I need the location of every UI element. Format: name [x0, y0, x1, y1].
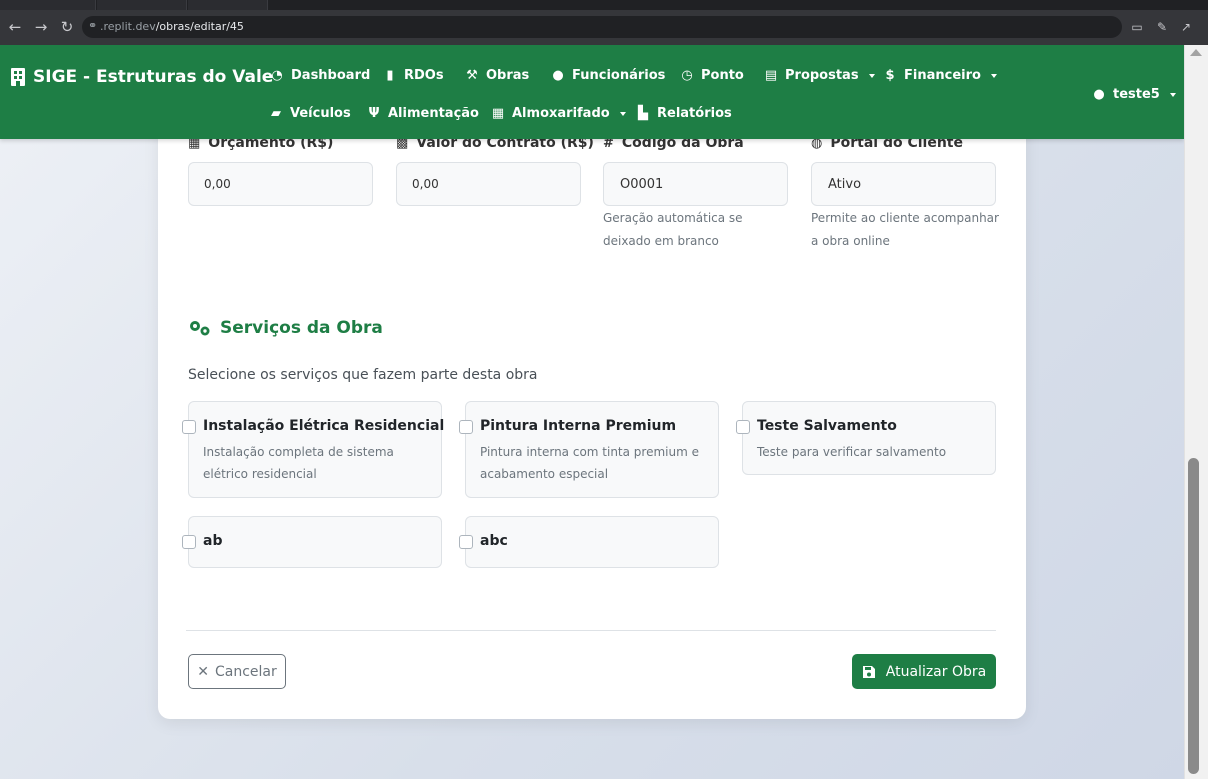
brand-name: SIGE - Estruturas do Vale [33, 67, 274, 87]
service-name: Pintura Interna Premium [480, 418, 677, 434]
page-viewport: SIGE - Estruturas do Vale ◔ Dashboard ▮ RD… [0, 45, 1184, 779]
orcamento-input[interactable]: 0,00 [188, 162, 373, 206]
nav-financeiro[interactable]: $ Financeiro [882, 68, 997, 83]
user-menu[interactable]: ● teste5 [1091, 87, 1176, 102]
browser-toolbar: ← → ↻ ⚭ .replit.dev/obras/editar/45 ▭ ✎ … [0, 10, 1208, 45]
services-subtitle: Selecione os serviços que fazem parte de… [188, 367, 538, 383]
user-icon: ● [1093, 87, 1105, 102]
brand[interactable]: SIGE - Estruturas do Vale [10, 67, 273, 87]
service-card[interactable]: Instalação Elétrica Residencial Instalaç… [182, 401, 445, 498]
chevron-down-icon [868, 73, 875, 78]
service-checkbox[interactable] [459, 420, 473, 434]
service-desc: Instalação completa de sistema elétrico … [203, 445, 394, 481]
nav-funcionarios[interactable]: ● Funcionários [550, 68, 665, 83]
cancel-button[interactable]: ✕ Cancelar [188, 654, 286, 689]
nav-relatorios[interactable]: ▙ Relatórios [635, 106, 732, 121]
utensils-icon: Ψ [368, 106, 380, 121]
codigo-help: Geração automática se deixado em branco [603, 211, 743, 248]
portal-select[interactable]: Ativo [811, 162, 996, 206]
chart-icon: ▙ [638, 106, 648, 121]
service-card[interactable]: abc [459, 516, 719, 568]
save-button[interactable]: Atualizar Obra [852, 654, 996, 689]
file-icon: ▤ [764, 68, 778, 83]
service-checkbox[interactable] [736, 420, 750, 434]
scroll-up-icon[interactable] [1190, 49, 1202, 56]
services-title: Serviços da Obra [188, 318, 383, 338]
wrench-icon[interactable]: ✎ [1154, 19, 1170, 35]
valor-contrato-input[interactable]: 0,00 [396, 162, 581, 206]
link-icon: ⚭ [88, 19, 98, 32]
url-text: .replit.dev/obras/editar/45 [100, 20, 244, 33]
service-name: ab [203, 533, 223, 549]
dollar-icon: $ [885, 68, 895, 83]
reload-icon[interactable]: ↻ [57, 17, 77, 37]
service-checkbox[interactable] [182, 535, 196, 549]
service-name: Teste Salvamento [757, 418, 897, 434]
forward-icon[interactable]: → [31, 17, 51, 37]
nav-dashboard[interactable]: ◔ Dashboard [269, 68, 370, 83]
nav-ponto[interactable]: ◷ Ponto [679, 68, 744, 83]
open-external-icon[interactable]: ↗ [1178, 19, 1194, 35]
service-card[interactable]: Teste Salvamento Teste para verificar sa… [736, 401, 996, 475]
address-bar[interactable]: ⚭ .replit.dev/obras/editar/45 [82, 16, 1122, 38]
browser-tab[interactable] [97, 0, 187, 10]
portal-help: Permite ao cliente acompanhar a obra onl… [811, 211, 999, 248]
chevron-down-icon [619, 111, 626, 116]
hammer-icon: ⚒ [466, 68, 478, 83]
service-checkbox[interactable] [459, 535, 473, 549]
boxes-icon: ▦ [491, 106, 505, 121]
nav-obras[interactable]: ⚒ Obras [464, 68, 529, 83]
service-card[interactable]: Pintura Interna Premium Pintura interna … [459, 401, 719, 498]
browser-tab[interactable] [0, 0, 96, 10]
clock-icon: ◷ [681, 68, 693, 83]
codigo-input[interactable]: O0001 [603, 162, 788, 206]
service-name: Instalação Elétrica Residencial [203, 418, 445, 434]
nav-propostas[interactable]: ▤ Propostas [763, 68, 875, 83]
chevron-down-icon [990, 73, 997, 78]
edit-obra-card: ▦ Orçamento (R$) 0,00 ▩ Valor do Contrato … [158, 105, 1026, 719]
save-icon [862, 665, 875, 678]
chevron-down-icon [1169, 92, 1176, 97]
service-desc: Pintura interna com tinta premium e acab… [480, 445, 699, 481]
clipboard-icon: ▮ [386, 68, 394, 83]
service-card[interactable]: ab [182, 516, 442, 568]
scrollbar-thumb[interactable] [1188, 458, 1199, 774]
browser-tab-strip [0, 0, 1208, 10]
close-icon: ✕ [197, 663, 209, 680]
service-checkbox[interactable] [182, 420, 196, 434]
nav-alimentacao[interactable]: Ψ Alimentação [366, 106, 479, 121]
building-icon [11, 68, 25, 86]
nav-veiculos[interactable]: ▰ Veículos [268, 106, 351, 121]
top-navbar: SIGE - Estruturas do Vale ◔ Dashboard ▮ RD… [0, 45, 1184, 139]
gauge-icon: ◔ [271, 68, 283, 83]
users-icon: ● [552, 68, 564, 83]
car-icon: ▰ [271, 106, 281, 121]
gears-icon [190, 321, 210, 336]
devices-icon[interactable]: ▭ [1129, 19, 1145, 35]
back-icon[interactable]: ← [5, 17, 25, 37]
service-desc: Teste para verificar salvamento [757, 445, 947, 459]
divider [186, 630, 996, 631]
nav-rdos[interactable]: ▮ RDOs [382, 68, 443, 83]
page-scrollbar[interactable] [1184, 45, 1208, 779]
browser-tab[interactable] [188, 0, 268, 10]
service-name: abc [480, 533, 508, 549]
nav-almoxarifado[interactable]: ▦ Almoxarifado [490, 106, 626, 121]
